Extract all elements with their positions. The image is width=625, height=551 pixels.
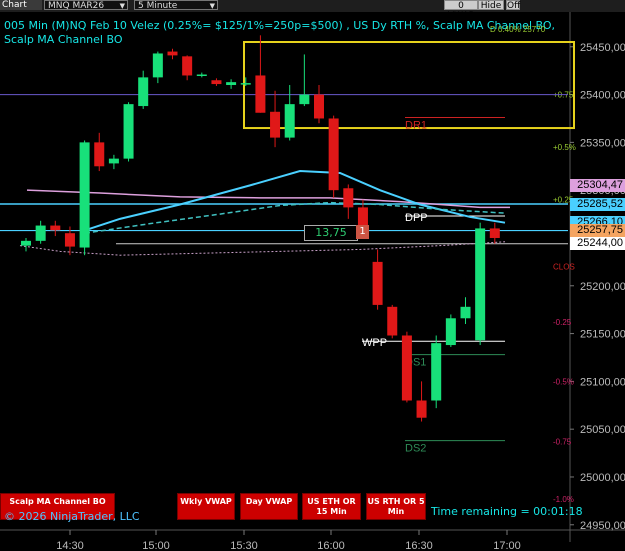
candle-body [431, 343, 442, 401]
top-right-label: D 0.40% 25770 [490, 25, 546, 34]
candle-body [387, 306, 398, 336]
pivot-level-label: DS2 [405, 443, 426, 455]
candle-body [226, 82, 237, 86]
hide-button[interactable]: Hide [478, 0, 504, 11]
ma-channel-mid [84, 201, 506, 234]
candle-body [343, 188, 354, 208]
ma-channel-upper [84, 170, 506, 232]
candle-body [270, 111, 281, 138]
candle-body [182, 56, 193, 76]
price-chart[interactable]: 25450,0025400,0025350,0025300,0025250,00… [0, 12, 625, 551]
candle-body [460, 306, 471, 319]
timeframe-selector[interactable]: 5 Minute ▼ [134, 0, 218, 11]
percent-level-label: -0.5% [553, 377, 574, 386]
price-tick-label: 24950,00 [580, 520, 625, 532]
candle-body [255, 75, 266, 113]
time-tick-label: 15:30 [230, 540, 258, 551]
time-tick-label: 14:30 [56, 540, 84, 551]
instrument-label: MNQ MAR26 [48, 1, 105, 11]
price-tick-label: 25450,00 [580, 42, 625, 54]
time-tick-label: 16:30 [405, 540, 433, 551]
price-marker: 25257,75 [570, 224, 625, 238]
price-tick-label: 25200,00 [580, 281, 625, 293]
time-tick-label: 16:00 [317, 540, 345, 551]
pivot-level-label: DR1 [405, 120, 427, 132]
price-tick-label: 25150,00 [580, 329, 625, 341]
candle-body [211, 80, 222, 85]
price-tick-label: 25100,00 [580, 376, 625, 388]
price-marker: 25304,47 [570, 179, 625, 193]
candle-body [445, 318, 456, 346]
candle-body [94, 142, 105, 167]
chart-tab[interactable]: Chart [0, 0, 42, 10]
price-marker: 25285,52 [570, 197, 625, 211]
candle-body [475, 228, 486, 341]
candle-body [64, 233, 75, 247]
candle-body [328, 118, 339, 191]
copyright-text: © 2026 NinjaTrader, LLC [4, 510, 140, 523]
time-remaining: Time remaining = 00:01:18 [431, 505, 583, 518]
price-difference-label: 13,75 [304, 225, 358, 241]
percent-level-label: -0.25 [553, 318, 572, 327]
candle-body [240, 83, 251, 85]
indicator-button[interactable]: Wkly VWAP [177, 493, 235, 520]
candle-body [401, 335, 412, 401]
timeframe-label: 5 Minute [138, 1, 178, 11]
position-count-badge: 1 [356, 225, 369, 239]
percent-level-label: -1.0% [553, 495, 574, 504]
candle-body [138, 77, 149, 107]
price-tick-label: 25050,00 [580, 424, 625, 436]
time-tick-label: 17:00 [493, 540, 521, 551]
candle-body [416, 400, 427, 418]
weekly-vwap-line [26, 189, 510, 209]
candle-body [123, 104, 134, 159]
candle-body [79, 142, 90, 248]
pivot-level-label: WPP [362, 337, 387, 349]
indicator-button[interactable]: Day VWAP [240, 493, 298, 520]
vwap-button[interactable]: 0 VWAP [444, 0, 478, 21]
candle-body [196, 74, 207, 77]
candle-body [21, 240, 31, 246]
candle-body [489, 228, 500, 238]
off-button[interactable]: Off [506, 0, 520, 11]
percent-level-label: +0.5% [553, 143, 576, 152]
candle-body [167, 51, 178, 56]
percent-level-label: -0.75 [553, 438, 572, 447]
indicator-button[interactable]: US RTH OR 5 Min [366, 493, 426, 520]
instrument-selector[interactable]: MNQ MAR26 ▼ [44, 0, 128, 11]
price-marker: 25244,00 [570, 237, 625, 251]
pivot-level-label: DPP [405, 212, 428, 224]
candle-body [35, 225, 46, 241]
time-tick-label: 15:00 [142, 540, 170, 551]
percent-level-label: CLOS [553, 263, 575, 272]
chevron-down-icon: ▼ [209, 2, 215, 10]
candle-body [372, 261, 383, 305]
price-tick-label: 25000,00 [580, 472, 625, 484]
indicator-button[interactable]: US ETH OR 15 Min [302, 493, 361, 520]
chevron-down-icon: ▼ [119, 2, 125, 10]
candle-body [314, 94, 324, 119]
toolbar: Chart MNQ MAR26 ▼ 5 Minute ▼ 0 VWAP Hide… [0, 0, 625, 21]
candle-body [152, 53, 163, 78]
candle-body [50, 225, 61, 231]
candle-body [299, 94, 310, 105]
price-tick-label: 25400,00 [580, 90, 625, 102]
price-tick-label: 25350,00 [580, 137, 625, 149]
candle-body [284, 104, 295, 138]
candle-body [108, 158, 119, 164]
